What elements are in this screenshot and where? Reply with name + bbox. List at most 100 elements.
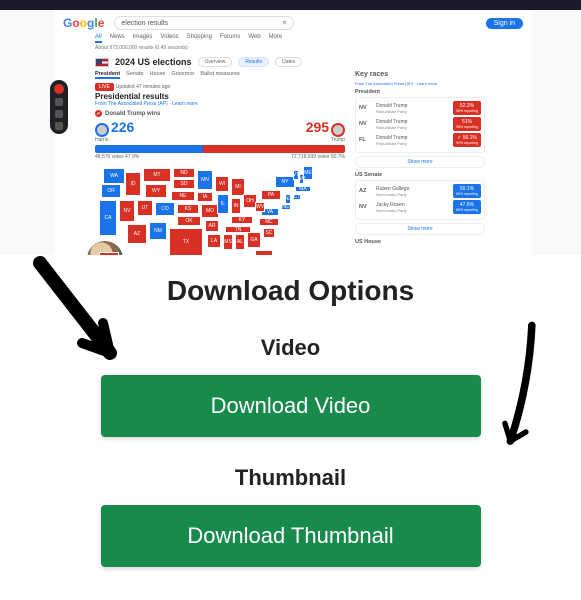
live-badge: LIVE <box>95 83 114 91</box>
search-query-text: election results <box>121 20 168 27</box>
house-label: US House <box>355 239 485 245</box>
state-NJ[interactable]: NJ <box>285 194 291 204</box>
state-AL[interactable]: AL <box>235 234 245 250</box>
state-TX[interactable]: TX <box>169 228 203 255</box>
source-line[interactable]: From The Associated Press (AP) · Learn m… <box>95 101 345 107</box>
tab-videos[interactable]: Videos <box>160 34 178 43</box>
race-tab-governor[interactable]: Governor <box>171 71 194 79</box>
race-state: FL <box>359 137 373 143</box>
us-election-map[interactable]: WAORMTIDNDSDWYNEMNWIIACANVUTCOKSMOAZNMOK… <box>95 164 335 255</box>
search-tabs: All News Images Videos Shopping Forums W… <box>95 34 523 43</box>
rep-count: 295 <box>306 119 329 135</box>
tab-all[interactable]: All <box>95 34 102 43</box>
race-state: AZ <box>359 188 373 194</box>
state-WY[interactable]: WY <box>145 184 167 198</box>
state-KS[interactable]: KS <box>177 204 199 214</box>
state-PA[interactable]: PA <box>261 190 281 200</box>
pause-icon[interactable] <box>55 98 63 106</box>
updated-text: Updated 47 minutes ago <box>116 84 170 90</box>
state-MS[interactable]: MS <box>223 234 233 250</box>
state-AZ[interactable]: AZ <box>127 224 147 244</box>
state-SC[interactable]: SC <box>263 228 275 238</box>
tab-web[interactable]: Web <box>248 34 260 43</box>
key-races-column: Key races From The Associated Press (AP)… <box>355 71 485 255</box>
race-row[interactable]: NVDonald TrumpRepublican Party52.2%95% r… <box>359 101 481 115</box>
state-NH[interactable]: NH <box>299 174 304 184</box>
state-MT[interactable]: MT <box>143 168 171 182</box>
race-candidate: Ruben GallegoDemocratic Party <box>376 186 450 197</box>
presidential-results-title: Presidential results <box>95 92 345 101</box>
race-tab-house[interactable]: House <box>150 71 166 79</box>
race-pct: 47.6%89% reporting <box>453 200 481 214</box>
race-tab-senate[interactable]: Senate <box>126 71 143 79</box>
bar-rep <box>203 145 346 153</box>
state-CA[interactable]: CA <box>99 200 117 236</box>
race-state: NV <box>359 121 373 127</box>
results-left-column: President Senate House Governor Ballot m… <box>95 71 345 255</box>
state-NM[interactable]: NM <box>149 222 167 240</box>
state-ND[interactable]: ND <box>173 168 195 178</box>
state-MN[interactable]: MN <box>197 170 213 190</box>
state-MD[interactable]: MD <box>281 204 291 210</box>
state-KY[interactable]: KY <box>231 216 253 224</box>
race-tabs: President Senate House Governor Ballot m… <box>95 71 345 79</box>
race-tab-president[interactable]: President <box>95 71 120 79</box>
race-pct: 51%95% reporting <box>453 117 481 131</box>
race-state: NV <box>359 204 373 210</box>
race-row[interactable]: NVJacky RosenDemocratic Party47.6%89% re… <box>359 200 481 214</box>
state-LA[interactable]: LA <box>207 234 221 248</box>
state-AR[interactable]: AR <box>205 220 219 232</box>
state-IL[interactable]: IL <box>217 194 229 214</box>
stop-icon[interactable] <box>55 110 63 118</box>
state-IA[interactable]: IA <box>197 192 213 202</box>
bar-label-left: 48,576 votes 47.9% <box>95 154 139 160</box>
download-thumbnail-button[interactable]: Download Thumbnail <box>101 505 481 567</box>
pill-results[interactable]: Results <box>238 57 269 67</box>
dem-avatar <box>95 123 109 137</box>
race-row[interactable]: FLDonald TrumpRepublican Party✓ 56.1%99%… <box>359 133 481 147</box>
sign-in-button[interactable]: Sign in <box>486 18 523 29</box>
state-IN[interactable]: IN <box>231 198 241 214</box>
state-NV[interactable]: NV <box>119 200 135 222</box>
show-more-pres[interactable]: Show more <box>355 156 485 168</box>
state-MA[interactable]: MA <box>295 186 311 192</box>
senate-races-block: AZRuben GallegoDemocratic Party50.1%69% … <box>355 180 485 220</box>
race-candidate: Jacky RosenDemocratic Party <box>376 202 450 213</box>
state-OR[interactable]: OR <box>101 184 121 198</box>
key-races-source[interactable]: From The Associated Press (AP) · Learn m… <box>355 81 485 86</box>
race-row[interactable]: AZRuben GallegoDemocratic Party50.1%69% … <box>359 184 481 198</box>
pill-dates[interactable]: Dates <box>275 57 302 67</box>
show-more-senate[interactable]: Show more <box>355 223 485 235</box>
race-candidate: Donald TrumpRepublican Party <box>376 135 450 146</box>
check-icon: ✓ <box>95 110 102 117</box>
download-options-title: Download Options <box>30 275 551 307</box>
search-input[interactable]: election results ✕ <box>114 16 294 30</box>
state-UT[interactable]: UT <box>137 200 153 216</box>
download-video-button[interactable]: Download Video <box>101 375 481 437</box>
president-races-block: NVDonald TrumpRepublican Party52.2%95% r… <box>355 97 485 153</box>
state-CO[interactable]: CO <box>155 202 175 216</box>
race-tab-ballot[interactable]: Ballot measures <box>200 71 239 79</box>
record-icon[interactable] <box>54 84 64 94</box>
tab-news[interactable]: News <box>110 34 125 43</box>
state-NC[interactable]: NC <box>259 218 279 226</box>
state-GA[interactable]: GA <box>247 232 261 248</box>
state-WI[interactable]: WI <box>215 176 229 192</box>
clear-icon[interactable]: ✕ <box>282 19 288 27</box>
result-bar <box>95 145 345 153</box>
tab-shopping[interactable]: Shopping <box>187 34 212 43</box>
state-CT[interactable]: CT <box>293 194 301 200</box>
tab-forums[interactable]: Forums <box>220 34 240 43</box>
settings-icon[interactable] <box>55 122 63 130</box>
state-WA[interactable]: WA <box>103 168 125 184</box>
state-ID[interactable]: ID <box>125 172 141 196</box>
race-row[interactable]: NVDonald TrumpRepublican Party51%95% rep… <box>359 117 481 131</box>
state-OK[interactable]: OK <box>177 216 201 226</box>
key-races-heading: Key races <box>355 71 485 78</box>
pill-overview[interactable]: Overview <box>198 57 233 67</box>
tab-more[interactable]: More <box>269 34 283 43</box>
state-NE[interactable]: NE <box>171 191 195 201</box>
state-SD[interactable]: SD <box>173 179 195 189</box>
tab-images[interactable]: Images <box>133 34 153 43</box>
state-WV[interactable]: WV <box>255 202 265 212</box>
